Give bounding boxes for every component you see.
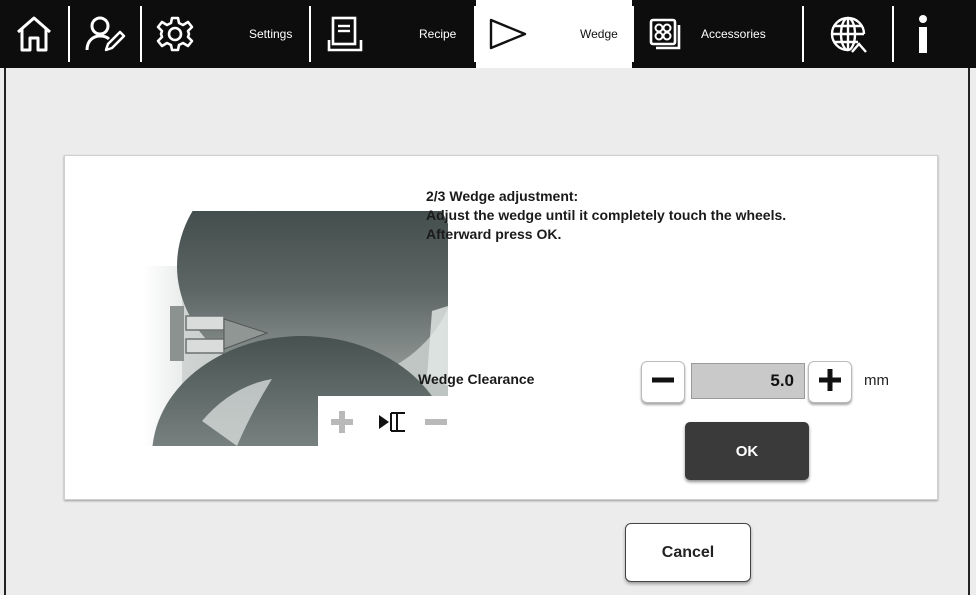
increment-button[interactable] <box>808 361 852 403</box>
gear-icon <box>156 15 194 53</box>
wedge-adjustment-dialog: 2/3 Wedge adjustment: Adjust the wedge u… <box>64 155 938 500</box>
home-button[interactable] <box>0 0 68 68</box>
wedge-icon <box>488 17 528 51</box>
cancel-button[interactable]: Cancel <box>625 523 751 582</box>
wedge-clearance-input[interactable]: 5.0 <box>691 363 805 399</box>
tab-recipe-label: Recipe <box>419 27 457 41</box>
wedge-wheel-photo <box>142 211 448 446</box>
info-icon <box>915 14 931 54</box>
minus-icon[interactable] <box>424 409 448 440</box>
plus-icon <box>818 368 842 397</box>
accessories-icon <box>648 17 682 51</box>
instruction-text: 2/3 Wedge adjustment: Adjust the wedge u… <box>426 187 926 244</box>
language-button[interactable] <box>804 0 892 68</box>
instruction-line-2: Afterward press OK. <box>426 226 562 242</box>
tab-accessories[interactable]: Accessories <box>634 0 802 68</box>
wedge-clearance-label: Wedge Clearance <box>418 371 535 387</box>
tab-wedge[interactable]: Wedge <box>476 0 632 68</box>
top-toolbar: Settings Recipe Wedge Accessories <box>0 0 976 68</box>
info-button[interactable] <box>894 0 952 68</box>
minus-icon <box>651 368 675 397</box>
unit-label: mm <box>864 372 889 389</box>
recipe-icon <box>327 16 363 52</box>
wedge-position-icon <box>377 407 407 442</box>
tab-settings-label: Settings <box>249 27 293 41</box>
tab-wedge-label: Wedge <box>580 27 618 41</box>
ok-button[interactable]: OK <box>685 422 809 480</box>
user-edit-icon <box>84 14 126 54</box>
home-icon <box>14 14 54 54</box>
decrement-button[interactable] <box>641 361 685 403</box>
instruction-line-1: Adjust the wedge until it completely tou… <box>426 207 787 223</box>
instruction-step-title: 2/3 Wedge adjustment: <box>426 188 579 204</box>
globe-icon <box>828 14 868 54</box>
tab-settings[interactable]: Settings <box>142 0 309 68</box>
tab-recipe[interactable]: Recipe <box>311 0 474 68</box>
user-button[interactable] <box>70 0 140 68</box>
plus-icon[interactable] <box>329 409 355 440</box>
tab-accessories-label: Accessories <box>701 27 766 41</box>
